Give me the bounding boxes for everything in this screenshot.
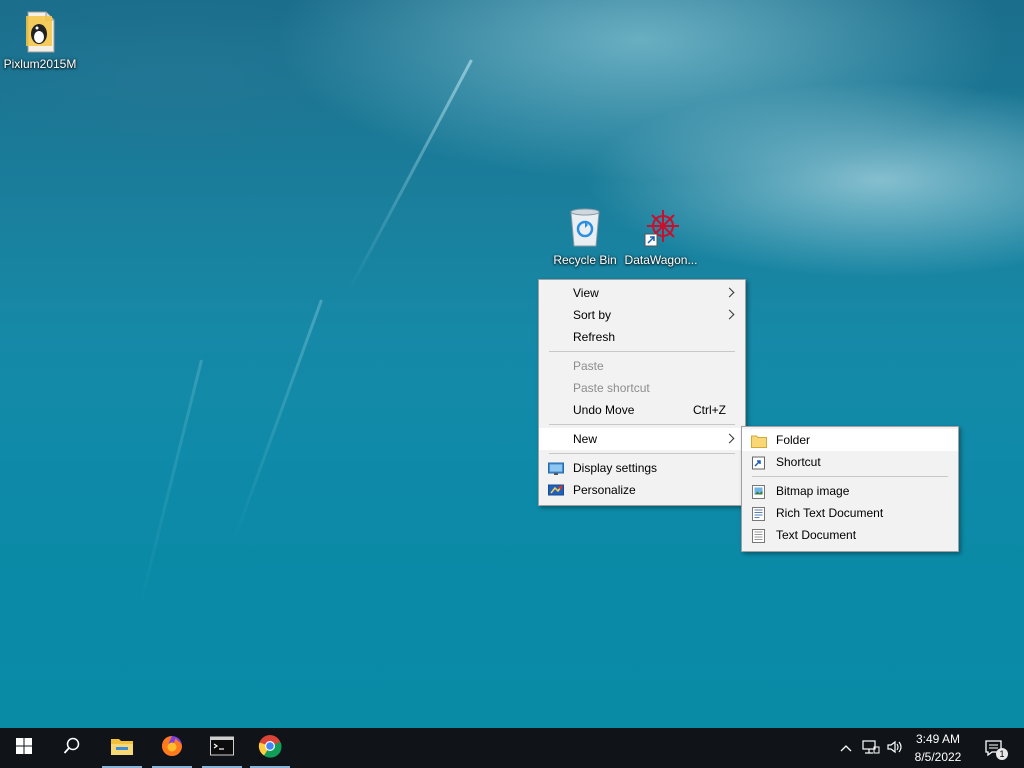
taskbar-file-explorer[interactable] <box>98 728 146 768</box>
chrome-icon <box>258 734 282 763</box>
taskbar: 3:49 AM 8/5/2022 1 <box>0 728 1024 768</box>
menu-item-label: Personalize <box>573 483 636 497</box>
menu-item-label: Paste shortcut <box>573 381 650 395</box>
light-ray <box>137 359 203 613</box>
menu-item-personalize[interactable]: Personalize <box>539 479 745 501</box>
desktop-icon-datawagon[interactable]: DataWagon... <box>623 206 699 267</box>
desktop[interactable]: Pixlum2015M Recycle Bin DataWagon... Vie… <box>0 0 1024 728</box>
action-center-button[interactable]: 1 <box>978 728 1010 768</box>
shortcut-icon <box>751 455 766 470</box>
start-button[interactable] <box>0 728 48 768</box>
firefox-icon <box>160 734 184 763</box>
menu-item-label: Text Document <box>776 528 857 542</box>
taskbar-chrome[interactable] <box>246 728 294 768</box>
menu-item-undo-move[interactable]: Undo Move Ctrl+Z <box>539 399 745 421</box>
light-ray <box>231 299 323 545</box>
windows-logo-icon <box>16 737 32 759</box>
menu-item-label: Rich Text Document <box>776 506 884 520</box>
menu-item-sort-by[interactable]: Sort by <box>539 304 745 326</box>
menu-item-label: Bitmap image <box>776 484 850 498</box>
speaker-icon <box>886 739 904 758</box>
menu-item-label: New <box>573 432 598 446</box>
bitmap-image-icon <box>751 484 766 499</box>
menu-item-label: Shortcut <box>776 455 821 469</box>
file-explorer-icon <box>110 736 134 761</box>
desktop-context-menu: View Sort by Refresh Paste Paste shortcu… <box>538 279 746 506</box>
notification-count-badge: 1 <box>996 748 1008 760</box>
terminal-icon <box>210 736 234 761</box>
taskbar-firefox[interactable] <box>148 728 196 768</box>
menu-item-new-text-document[interactable]: Text Document <box>742 524 958 546</box>
light-ray <box>348 59 473 291</box>
menu-item-label: Undo Move <box>573 403 635 417</box>
menu-separator <box>549 453 735 454</box>
menu-separator <box>549 351 735 352</box>
menu-item-new-rich-text[interactable]: Rich Text Document <box>742 502 958 524</box>
network-icon <box>862 739 880 758</box>
show-hidden-icons-button[interactable] <box>836 728 856 768</box>
search-icon <box>63 737 81 760</box>
taskbar-terminal[interactable] <box>198 728 246 768</box>
keyboard-shortcut: Ctrl+Z <box>693 403 726 417</box>
desktop-icon-label: Pixlum2015M <box>3 57 77 71</box>
chevron-up-icon <box>840 741 852 755</box>
text-document-icon <box>751 528 766 543</box>
clock-date: 8/5/2022 <box>914 750 962 764</box>
menu-item-new[interactable]: New <box>539 428 745 450</box>
menu-item-new-bitmap[interactable]: Bitmap image <box>742 480 958 502</box>
menu-separator <box>549 424 735 425</box>
menu-item-new-folder[interactable]: Folder <box>742 429 958 451</box>
menu-item-label: Refresh <box>573 330 616 344</box>
menu-item-label: Paste <box>573 359 604 373</box>
rich-text-document-icon <box>751 506 766 521</box>
chevron-right-icon <box>724 433 735 444</box>
monitor-icon <box>548 461 564 475</box>
menu-item-label: Folder <box>776 433 811 447</box>
clock-button[interactable]: 3:49 AM 8/5/2022 <box>910 728 966 768</box>
menu-item-display-settings[interactable]: Display settings <box>539 457 745 479</box>
menu-item-view[interactable]: View <box>539 282 745 304</box>
menu-item-label: Display settings <box>573 461 658 475</box>
chevron-right-icon <box>724 287 735 298</box>
clock-time: 3:49 AM <box>915 732 961 746</box>
personalize-icon <box>548 483 564 497</box>
menu-item-paste: Paste <box>539 355 745 377</box>
search-button[interactable] <box>48 728 96 768</box>
menu-item-new-shortcut[interactable]: Shortcut <box>742 451 958 473</box>
folder-icon <box>751 433 767 448</box>
clock: 3:49 AM 8/5/2022 <box>915 730 962 766</box>
desktop-icon-recycle-bin[interactable]: Recycle Bin <box>547 206 623 267</box>
recycle-bin-icon <box>565 206 605 250</box>
notification-icon: 1 <box>984 738 1008 760</box>
menu-item-paste-shortcut: Paste shortcut <box>539 377 745 399</box>
volume-tray-button[interactable] <box>884 728 906 768</box>
menu-item-label: View <box>573 286 599 300</box>
menu-item-label: Sort by <box>573 308 612 322</box>
menu-separator <box>752 476 948 477</box>
desktop-icon-pixlum[interactable]: Pixlum2015M <box>2 10 78 71</box>
menu-item-refresh[interactable]: Refresh <box>539 326 745 348</box>
desktop-icon-label: DataWagon... <box>624 253 698 267</box>
shortcut-app-icon <box>641 206 681 250</box>
chevron-right-icon <box>724 309 735 320</box>
document-penguin-icon <box>20 10 60 54</box>
new-submenu: Folder Shortcut Bitmap image Rich Text D… <box>741 426 959 552</box>
network-tray-button[interactable] <box>860 728 882 768</box>
desktop-icon-label: Recycle Bin <box>553 253 617 267</box>
